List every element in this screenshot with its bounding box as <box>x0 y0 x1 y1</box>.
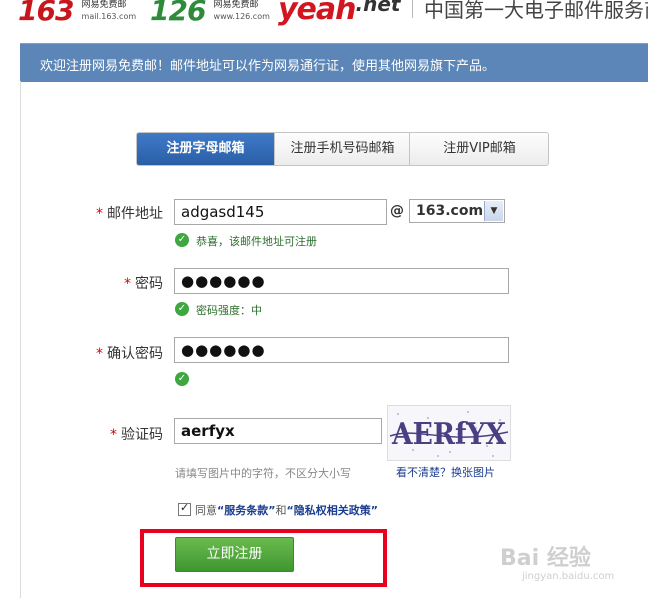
baidu-watermark: Bai 经验 <box>500 546 591 571</box>
header-slogan: 中国第一大电子邮件服务商 <box>424 0 648 22</box>
agree-checkbox[interactable] <box>178 501 191 516</box>
at-sign: @ <box>390 203 404 219</box>
header-divider <box>412 0 413 18</box>
logo-yeah[interactable]: yeah.net <box>278 0 400 27</box>
email-label: * 邮件地址 <box>96 206 163 222</box>
captcha-input[interactable]: aerfyx <box>174 418 382 444</box>
check-circle-icon: ✓ <box>175 302 189 316</box>
email-input[interactable]: adgasd145 <box>174 199 387 225</box>
tab-letter-mailbox[interactable]: 注册字母邮箱 <box>137 133 274 165</box>
logo-126[interactable]: 126 网易免费邮 www.126.com <box>150 0 270 27</box>
email-available-hint: 恭喜，该邮件地址可注册 <box>196 235 317 248</box>
check-circle-icon: ✓ <box>175 233 189 247</box>
register-button[interactable]: 立即注册 <box>175 537 294 572</box>
password-label: * 密码 <box>124 276 163 292</box>
password-input[interactable]: ●●●●●● <box>174 268 509 294</box>
captcha-text: AERfYX <box>391 417 507 452</box>
chevron-down-icon[interactable]: ▼ <box>484 201 503 221</box>
domain-select[interactable]: 163.com ▼ <box>409 199 505 223</box>
terms-link[interactable]: “服务条款” <box>217 504 275 517</box>
captcha-graphic: AERfYX <box>388 406 510 460</box>
privacy-link[interactable]: “隐私权相关政策” <box>286 504 377 517</box>
confirm-password-input[interactable]: ●●●●●● <box>174 337 509 363</box>
captcha-image[interactable]: AERfYX <box>387 405 511 461</box>
captcha-hint: 请填写图片中的字符，不区分大小写 <box>175 467 351 480</box>
tab-vip-mailbox[interactable]: 注册VIP邮箱 <box>409 133 548 165</box>
logo-163[interactable]: 163 网易免费邮 mail.163.com <box>18 0 136 27</box>
baidu-watermark-url: jingyan.baidu.com <box>522 571 615 582</box>
check-circle-icon: ✓ <box>175 372 189 386</box>
agreement-row: 同意“服务条款”和“隐私权相关政策” <box>178 501 378 518</box>
welcome-text: 欢迎注册网易免费邮！邮件地址可以作为网易通行证，使用其他网易旗下产品。 <box>40 59 496 74</box>
confirm-password-label: * 确认密码 <box>96 346 163 362</box>
register-tabs: 注册字母邮箱 注册手机号码邮箱 注册VIP邮箱 <box>136 132 549 166</box>
captcha-refresh-link[interactable]: 看不清楚？换张图片 <box>396 464 495 480</box>
top-header: 163 网易免费邮 mail.163.com 126 网易免费邮 www.126… <box>0 0 648 40</box>
tab-mobile-mailbox[interactable]: 注册手机号码邮箱 <box>274 133 410 165</box>
password-strength-hint: 密码强度：中 <box>196 304 262 317</box>
captcha-label: * 验证码 <box>110 427 163 443</box>
welcome-banner: 欢迎注册网易免费邮！邮件地址可以作为网易通行证，使用其他网易旗下产品。 <box>20 43 648 82</box>
